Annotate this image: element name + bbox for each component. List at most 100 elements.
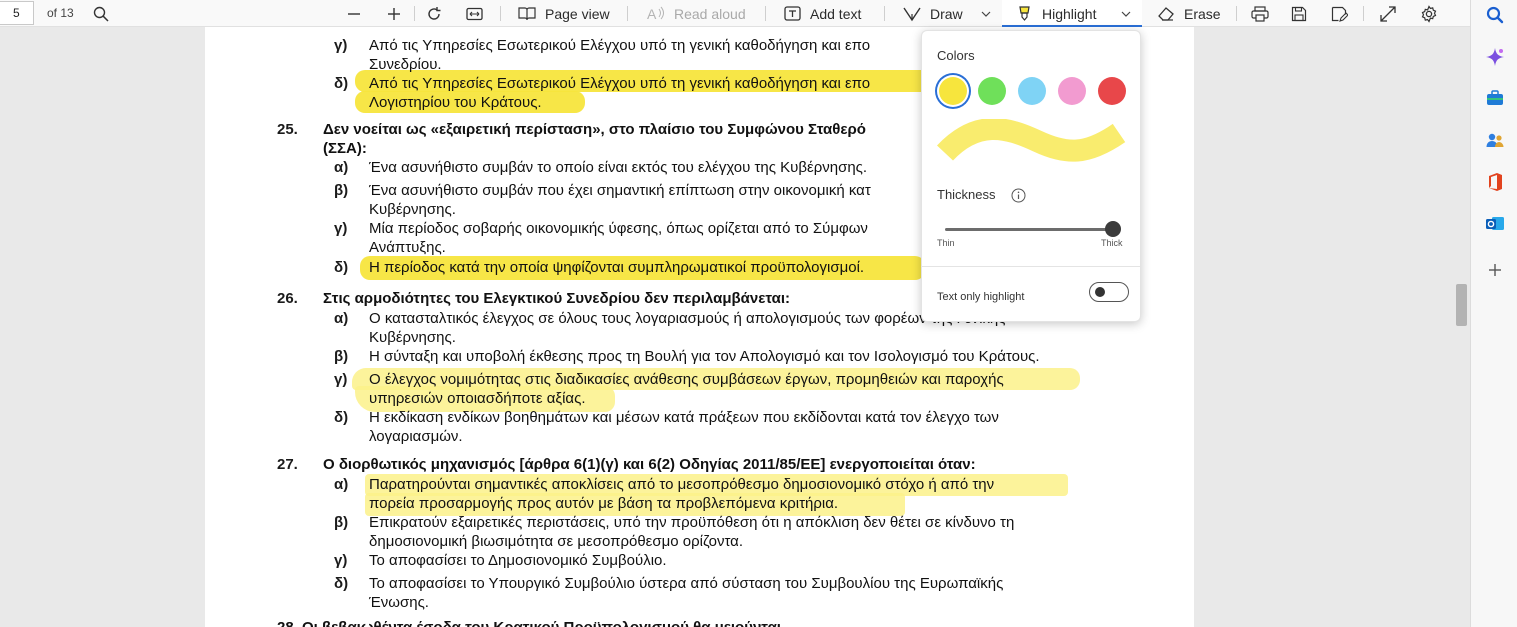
document-text-line: δημοσιονομική βιωσιμότητα σε μεσοπρόθεσμ… — [369, 533, 743, 550]
document-text-line: Η περίοδος κατά την οποία ψηφίζονται συμ… — [369, 259, 865, 276]
toolbar-divider — [414, 6, 415, 21]
question-title: 28. Οι βεβαιωθέντα έσοδα του Κρατικού Πρ… — [277, 619, 781, 627]
option-letter: γ) — [334, 220, 348, 237]
document-text-line: Ανάπτυξης. — [369, 239, 446, 256]
document-text-line: υπηρεσιών οποιασδήποτε αξίας. — [369, 390, 586, 407]
book-icon — [518, 6, 536, 21]
page-total: of 13 — [47, 6, 74, 20]
highlight-options-popup: Colors Thickness Thin Thick Text only hi… — [921, 30, 1141, 322]
draw-label: Draw — [930, 5, 963, 22]
text-only-highlight-label: Text only highlight — [937, 291, 1025, 303]
svg-text:A: A — [647, 6, 657, 21]
people-icon[interactable] — [1485, 130, 1505, 150]
question-number: 26. — [277, 290, 298, 307]
option-letter: γ) — [334, 371, 348, 388]
toolbar-divider — [500, 6, 501, 21]
office-icon[interactable] — [1485, 172, 1505, 192]
option-letter: γ) — [334, 552, 348, 569]
option-letter: γ) — [334, 37, 348, 54]
color-swatch-red[interactable] — [1098, 77, 1126, 105]
eraser-icon — [1157, 6, 1175, 21]
toolbar-divider — [765, 6, 766, 21]
document-text-line: Ο κατασταλτικός έλεγχος σε όλους τους λο… — [369, 310, 1006, 327]
text-only-highlight-toggle[interactable] — [1089, 282, 1129, 302]
highlight-button[interactable]: Highlight — [1016, 0, 1096, 27]
fullscreen-icon[interactable] — [1380, 0, 1396, 27]
document-text-line: Το αποφασίσει το Δημοσιονομικό Συμβούλιο… — [369, 552, 667, 569]
document-text-line: Η σύνταξη και υποβολή έκθεσης προς τη Βο… — [369, 348, 1040, 365]
toolbar-divider — [1363, 6, 1364, 21]
color-swatch-green[interactable] — [978, 77, 1006, 105]
highlight-label: Highlight — [1042, 5, 1097, 22]
briefcase-tools-icon[interactable] — [1485, 88, 1505, 108]
option-letter: δ) — [334, 259, 349, 276]
thickness-slider-handle[interactable] — [1105, 221, 1121, 237]
document-text-line: Κυβέρνησης. — [369, 329, 456, 346]
erase-button[interactable]: Erase — [1157, 0, 1221, 27]
search-icon[interactable] — [1485, 5, 1505, 25]
document-text-line: Συνεδρίου. — [369, 56, 442, 73]
print-icon[interactable] — [1251, 0, 1269, 27]
page-view-label: Page view — [545, 5, 610, 22]
option-letter: β) — [334, 348, 349, 365]
document-text-line: Από τις Υπηρεσίες Εσωτερικού Ελέγχου υπό… — [369, 75, 871, 92]
save-as-icon[interactable] — [1331, 0, 1348, 27]
thin-label: Thin — [937, 238, 955, 248]
highlight-chevron-down-icon[interactable] — [1121, 0, 1131, 27]
document-text-line: Λογιστηρίου του Κράτους. — [369, 94, 542, 111]
search-icon[interactable] — [93, 0, 109, 27]
thickness-slider-track[interactable] — [945, 228, 1113, 231]
copilot-sparkle-icon[interactable] — [1485, 47, 1505, 67]
zoom-out-icon[interactable] — [346, 0, 362, 27]
color-swatch-blue[interactable] — [1018, 77, 1046, 105]
colors-title: Colors — [937, 48, 975, 63]
document-text-line: Ο έλεγχος νομιμότητας στις διαδικασίες α… — [369, 371, 1004, 388]
option-letter: α) — [334, 159, 349, 176]
question-title: Ο διορθωτικός μηχανισμός [άρθρα 6(1)(γ) … — [323, 456, 976, 473]
outlook-icon[interactable] — [1485, 214, 1505, 234]
page-number-input[interactable]: 5 — [0, 1, 34, 25]
question-title: Δεν νοείται ως «εξαιρετική περίσταση», σ… — [323, 121, 866, 138]
option-letter: δ) — [334, 575, 349, 592]
info-icon[interactable] — [1011, 188, 1026, 208]
scrollbar-thumb[interactable] — [1456, 284, 1467, 326]
document-text-line: Επικρατούν εξαιρετικές περιστάσεις, υπό … — [369, 514, 1015, 531]
vertical-scrollbar[interactable] — [1452, 27, 1470, 627]
browser-sidebar — [1470, 0, 1517, 627]
stroke-preview — [937, 119, 1126, 162]
rotate-icon[interactable] — [426, 0, 442, 27]
document-text-line: Ένα ασυνήθιστο συμβάν το οποίο είναι εκτ… — [369, 159, 868, 176]
question-title: (ΣΣΑ): — [323, 140, 367, 157]
question-number: 27. — [277, 456, 298, 473]
document-text-line: Μία περίοδος σοβαρής οικονομικής ύφεσης,… — [369, 220, 868, 237]
highlighter-icon — [1016, 5, 1033, 22]
document-text-line: πορεία προσαρμογής προς αυτόν με βάση τα… — [369, 495, 839, 512]
toolbar-divider — [627, 6, 628, 21]
read-aloud-label: Read aloud — [674, 5, 746, 22]
color-swatch-yellow[interactable] — [939, 77, 967, 105]
question-number: 25. — [277, 121, 298, 138]
page-view-button[interactable]: Page view — [518, 0, 610, 27]
draw-chevron-down-icon[interactable] — [981, 0, 991, 27]
toolbar-divider — [1236, 6, 1237, 21]
text-box-icon — [784, 6, 801, 21]
read-aloud-icon: A — [647, 6, 665, 21]
add-text-label: Add text — [810, 5, 862, 22]
fit-page-icon[interactable] — [466, 0, 483, 27]
document-text-line: Κυβέρνησης. — [369, 201, 456, 218]
read-aloud-button[interactable]: A Read aloud — [647, 0, 746, 27]
option-letter: δ) — [334, 75, 349, 92]
option-letter: β) — [334, 182, 349, 199]
document-text-line: Το αποφασίσει το Υπουργικό Συμβούλιο ύστ… — [369, 575, 1004, 592]
question-title: Στις αρμοδιότητες του Ελεγκτικού Συνεδρί… — [323, 290, 790, 307]
document-text-line: λογαριασμών. — [369, 428, 463, 445]
draw-button[interactable]: Draw — [903, 0, 963, 27]
settings-gear-icon[interactable] — [1420, 0, 1438, 27]
document-text-line: Ένωσης. — [369, 594, 429, 611]
color-swatch-pink[interactable] — [1058, 77, 1086, 105]
add-text-button[interactable]: Add text — [784, 0, 861, 27]
add-plus-icon[interactable] — [1485, 260, 1505, 280]
save-icon[interactable] — [1291, 0, 1307, 27]
zoom-in-icon[interactable] — [386, 0, 402, 27]
option-letter: δ) — [334, 409, 349, 426]
